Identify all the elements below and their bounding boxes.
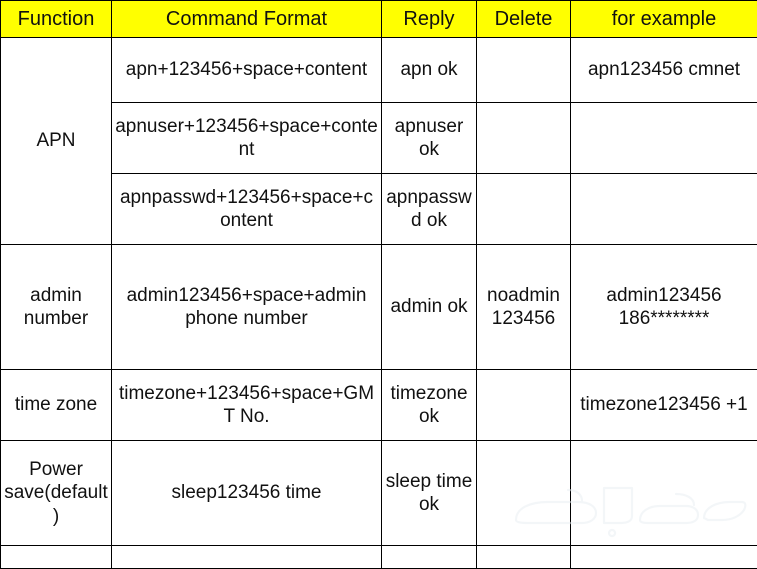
cell-function-partial (1, 546, 112, 569)
table-row: Power save(default) sleep123456 time sle… (1, 441, 757, 546)
table-row: time zone timezone+123456+space+GMT No. … (1, 370, 757, 441)
cell-delete-sleep (477, 441, 571, 546)
cell-function-apn: APN (1, 38, 112, 245)
cell-function-power-save: Power save(default) (1, 441, 112, 546)
command-table-sheet: Function Command Format Reply Delete for… (0, 0, 757, 548)
cell-example-admin: admin123456 186******** (571, 245, 757, 370)
table-row: APN apn+123456+space+content apn ok apn1… (1, 38, 757, 103)
cell-command-sleep: sleep123456 time (112, 441, 382, 546)
cell-delete-admin: noadmin 123456 (477, 245, 571, 370)
cell-reply-sleep: sleep time ok (382, 441, 477, 546)
cell-example-timezone: timezone123456 +1 (571, 370, 757, 441)
cell-command-timezone: timezone+123456+space+GMT No. (112, 370, 382, 441)
table-row: apnpasswd+123456+space+content apnpasswd… (1, 174, 757, 245)
header-command-format: Command Format (112, 1, 382, 38)
cell-command-admin: admin123456+space+admin phone number (112, 245, 382, 370)
cell-example-sleep (571, 441, 757, 546)
cell-command-partial (112, 546, 382, 569)
cell-example-apn: apn123456 cmnet (571, 38, 757, 103)
table-header-row: Function Command Format Reply Delete for… (1, 1, 757, 38)
table-row: admin number admin123456+space+admin pho… (1, 245, 757, 370)
cell-delete-apnuser (477, 103, 571, 174)
cell-delete-apn (477, 38, 571, 103)
header-reply: Reply (382, 1, 477, 38)
header-for-example: for example (571, 1, 757, 38)
cell-delete-timezone (477, 370, 571, 441)
cell-reply-timezone: timezone ok (382, 370, 477, 441)
cell-reply-admin: admin ok (382, 245, 477, 370)
cell-function-time-zone: time zone (1, 370, 112, 441)
cell-function-admin-number: admin number (1, 245, 112, 370)
cell-delete-partial (477, 546, 571, 569)
table-row: apnuser+123456+space+content apnuser ok (1, 103, 757, 174)
cell-reply-partial (382, 546, 477, 569)
cell-delete-apnpasswd (477, 174, 571, 245)
cell-example-apnpasswd (571, 174, 757, 245)
table-row (1, 546, 757, 569)
header-function: Function (1, 1, 112, 38)
cell-example-apnuser (571, 103, 757, 174)
sms-command-table: Function Command Format Reply Delete for… (0, 0, 757, 569)
cell-example-partial (571, 546, 757, 569)
cell-reply-apnuser: apnuser ok (382, 103, 477, 174)
cell-command-apnuser: apnuser+123456+space+content (112, 103, 382, 174)
cell-command-apn: apn+123456+space+content (112, 38, 382, 103)
cell-command-apnpasswd: apnpasswd+123456+space+content (112, 174, 382, 245)
cell-reply-apn: apn ok (382, 38, 477, 103)
cell-reply-apnpasswd: apnpasswd ok (382, 174, 477, 245)
header-delete: Delete (477, 1, 571, 38)
